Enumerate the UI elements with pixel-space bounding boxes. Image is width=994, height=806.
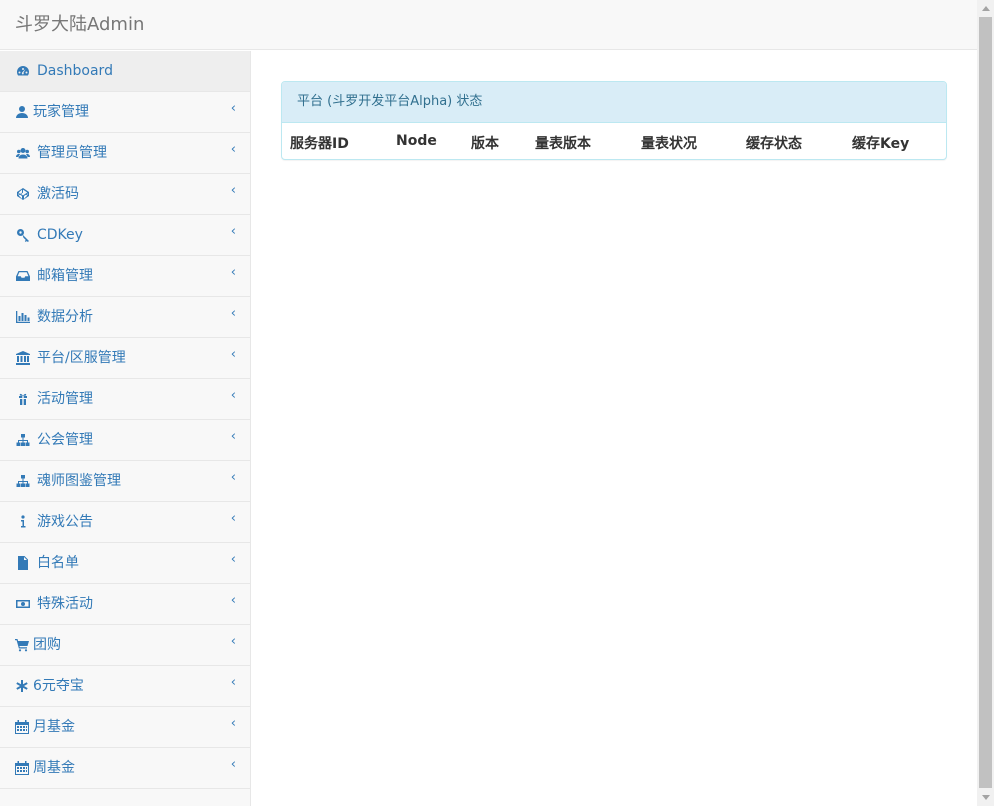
sidebar-item[interactable]: 6元夺宝 ‹ [0, 666, 250, 707]
sidebar-item-label: 白名单 [37, 555, 79, 571]
sidebar-item[interactable]: 魂师图鉴管理 ‹ [0, 461, 250, 502]
sidebar-item[interactable]: 玩家管理 ‹ [0, 92, 250, 133]
sidebar-item[interactable]: 白名单 ‹ [0, 543, 250, 584]
sidebar-item-label: 游戏公告 [37, 514, 93, 530]
calendar-icon [15, 720, 29, 734]
chevron-left-icon: ‹ [230, 470, 236, 485]
sidebar: Dashboard 玩家管理 ‹ 管理员管理 ‹ 激活码 ‹ CDKey ‹ 邮箱管理 ‹ 数据分析 ‹… [0, 51, 251, 806]
table-column-header: Node [396, 133, 437, 149]
chevron-left-icon: ‹ [230, 429, 236, 444]
top-navbar: 斗罗大陆Admin [0, 0, 977, 50]
table-column-header: 量表状况 [641, 136, 697, 152]
table-column-header: 量表版本 [535, 136, 591, 152]
bank-icon [16, 351, 30, 365]
chevron-left-icon: ‹ [230, 757, 236, 772]
sidebar-item[interactable]: 周基金 ‹ [0, 748, 250, 789]
main-content: 平台 (斗罗开发平台Alpha) 状态 服务器ID Node 版本 量表版本 量表状况 缓… [251, 51, 977, 806]
sidebar-item-label: 激活码 [37, 186, 79, 202]
key-icon [16, 228, 30, 242]
file-icon [16, 556, 30, 570]
users-icon [16, 146, 30, 160]
sidebar-item-label: 6元夺宝 [33, 678, 84, 694]
sidebar-item-label: CDKey [37, 227, 83, 243]
scroll-down-arrow-icon[interactable] [977, 789, 994, 806]
chevron-left-icon: ‹ [230, 634, 236, 649]
status-panel: 平台 (斗罗开发平台Alpha) 状态 服务器ID Node 版本 量表版本 量表状况 缓… [281, 81, 947, 160]
chevron-left-icon: ‹ [230, 347, 236, 362]
table-column-header: 服务器ID [290, 136, 349, 152]
sidebar-item[interactable]: 数据分析 ‹ [0, 297, 250, 338]
chevron-left-icon: ‹ [230, 552, 236, 567]
sidebar-item[interactable]: CDKey ‹ [0, 215, 250, 256]
sidebar-item-label: 玩家管理 [33, 104, 89, 120]
sidebar-item[interactable]: 平台/区服管理 ‹ [0, 338, 250, 379]
sidebar-item[interactable]: 活动管理 ‹ [0, 379, 250, 420]
sitemap-icon [16, 474, 30, 488]
chevron-left-icon: ‹ [230, 142, 236, 157]
info-icon [16, 515, 30, 529]
sitemap-icon [16, 433, 30, 447]
calendar-icon [15, 761, 29, 775]
sidebar-item[interactable]: 游戏公告 ‹ [0, 502, 250, 543]
sidebar-item-label: 团购 [33, 637, 61, 653]
chevron-left-icon: ‹ [230, 101, 236, 116]
chevron-left-icon: ‹ [230, 388, 236, 403]
money-icon [16, 597, 30, 611]
chevron-left-icon: ‹ [230, 306, 236, 321]
chevron-left-icon: ‹ [230, 593, 236, 608]
sidebar-item[interactable]: 激活码 ‹ [0, 174, 250, 215]
sidebar-item-label: 公会管理 [37, 432, 93, 448]
dashboard-icon [16, 64, 30, 78]
chevron-left-icon: ‹ [230, 265, 236, 280]
sidebar-item-label: 特殊活动 [37, 596, 93, 612]
sidebar-item-label: 平台/区服管理 [37, 350, 126, 366]
chevron-left-icon: ‹ [230, 511, 236, 526]
inbox-icon [16, 269, 30, 283]
sidebar-item-label: 活动管理 [37, 391, 93, 407]
chevron-left-icon: ‹ [230, 224, 236, 239]
sidebar-item-label: 数据分析 [37, 309, 93, 325]
table-column-header: 缓存状态 [746, 136, 802, 152]
scrollbar-thumb[interactable] [979, 17, 992, 788]
sidebar-item-label: 邮箱管理 [37, 268, 93, 284]
chevron-left-icon: ‹ [230, 716, 236, 731]
brand-title[interactable]: 斗罗大陆Admin [15, 13, 144, 37]
sidebar-item-label: 月基金 [33, 719, 75, 735]
user-icon [15, 105, 29, 119]
sidebar-item[interactable]: 团购 ‹ [0, 625, 250, 666]
sidebar-item[interactable]: 邮箱管理 ‹ [0, 256, 250, 297]
codepen-icon [16, 187, 30, 201]
vertical-scrollbar[interactable] [977, 0, 994, 806]
asterisk-icon [15, 679, 29, 693]
bar-chart-icon [16, 310, 30, 324]
sidebar-item[interactable]: 公会管理 ‹ [0, 420, 250, 461]
gift-icon [16, 392, 30, 406]
chevron-left-icon: ‹ [230, 183, 236, 198]
chevron-left-icon: ‹ [230, 675, 236, 690]
sidebar-item[interactable]: 月基金 ‹ [0, 707, 250, 748]
sidebar-item[interactable]: 管理员管理 ‹ [0, 133, 250, 174]
sidebar-item-label: 魂师图鉴管理 [37, 473, 121, 489]
sidebar-item-label: 管理员管理 [37, 145, 107, 161]
panel-title: 平台 (斗罗开发平台Alpha) 状态 [282, 82, 946, 123]
sidebar-item-label: Dashboard [37, 63, 113, 79]
sidebar-item[interactable]: 特殊活动 ‹ [0, 584, 250, 625]
cart-icon [15, 638, 29, 652]
sidebar-item-label: 周基金 [33, 760, 75, 776]
table-column-header: 版本 [471, 136, 499, 152]
scroll-up-arrow-icon[interactable] [977, 0, 994, 17]
sidebar-item[interactable]: Dashboard [0, 51, 250, 92]
table-column-header: 缓存Key [852, 136, 910, 152]
